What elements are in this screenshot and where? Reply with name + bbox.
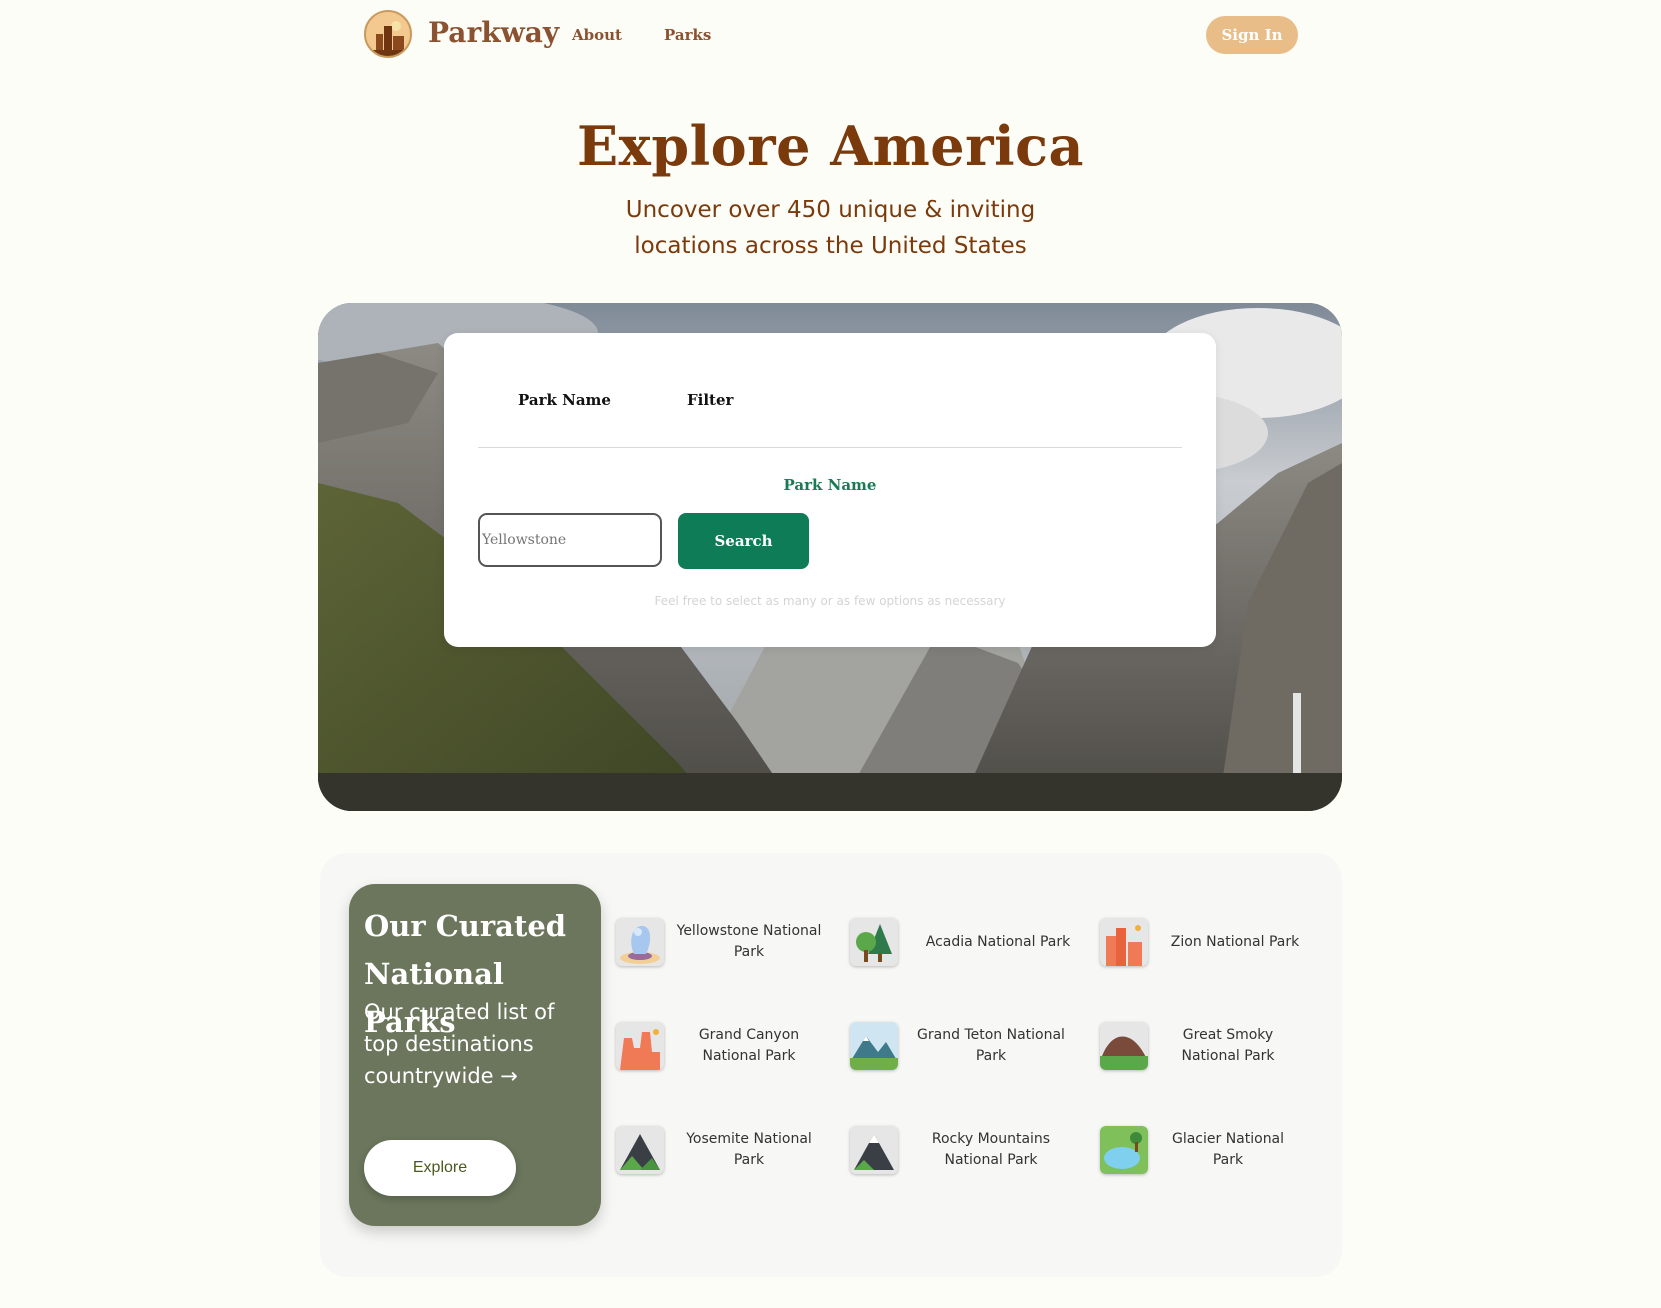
park-item-great-smoky[interactable]: Great Smoky National Park: [1100, 1016, 1300, 1076]
park-name: Great Smoky National Park: [1181, 1027, 1275, 1064]
search-button[interactable]: Search: [678, 513, 809, 569]
hero-title: Explore America: [577, 114, 1084, 178]
park-name: Grand Canyon National Park: [698, 1027, 800, 1064]
hero-subtitle-line1: Uncover over 450 unique & inviting: [625, 197, 1036, 223]
dark-peak-icon: [616, 1126, 664, 1174]
park-name: Yellowstone National Park: [676, 923, 822, 960]
tab-park-name[interactable]: Park Name: [518, 391, 611, 409]
park-item-zion[interactable]: Zion National Park: [1100, 912, 1300, 972]
park-name: Zion National Park: [1170, 933, 1300, 950]
sign-in-button[interactable]: Sign In: [1206, 16, 1298, 54]
hero-subtitle-line2: locations across the United States: [634, 233, 1027, 259]
park-name: Rocky Mountains National Park: [931, 1131, 1051, 1168]
top-nav: Parkway About Parks Sign In: [0, 0, 1661, 70]
snow-mountain-icon: [850, 1022, 898, 1070]
hero-subtitle: Uncover over 450 unique & inviting locat…: [0, 192, 1661, 264]
search-hint: Feel free to select as many or as few op…: [654, 594, 1006, 608]
tab-divider: [478, 447, 1182, 448]
logo-icon[interactable]: [364, 10, 412, 58]
hill-icon: [1100, 1022, 1148, 1070]
curated-card: Our Curated National Parks Our curated l…: [349, 884, 601, 1226]
park-item-glacier[interactable]: Glacier National Park: [1100, 1120, 1300, 1180]
park-name: Glacier National Park: [1171, 1131, 1285, 1168]
explore-button[interactable]: Explore: [364, 1140, 516, 1196]
park-item-yosemite[interactable]: Yosemite National Park: [616, 1120, 826, 1180]
search-card: Park Name Filter Park Name Search Feel f…: [444, 333, 1216, 647]
curated-subtitle[interactable]: Our curated list of top destinations cou…: [364, 996, 594, 1092]
park-item-rocky-mountains[interactable]: Rocky Mountains National Park: [850, 1120, 1072, 1180]
park-name-label: Park Name: [783, 476, 877, 494]
park-name-input[interactable]: [478, 513, 662, 567]
nav-link-parks[interactable]: Parks: [664, 26, 711, 44]
park-item-grand-canyon[interactable]: Grand Canyon National Park: [616, 1016, 826, 1076]
lake-icon: [1100, 1126, 1148, 1174]
geyser-icon: [616, 918, 664, 966]
park-name: Yosemite National Park: [686, 1131, 812, 1168]
curated-title-line1: Our Curated: [364, 909, 567, 943]
park-item-yellowstone[interactable]: Yellowstone National Park: [616, 912, 826, 972]
trees-icon: [850, 918, 898, 966]
nav-link-about[interactable]: About: [572, 26, 622, 44]
tab-filter[interactable]: Filter: [687, 391, 733, 409]
canyon-icon: [616, 1022, 664, 1070]
brand-name[interactable]: Parkway: [428, 16, 559, 49]
park-name: Grand Teton National Park: [917, 1027, 1065, 1064]
park-item-grand-teton[interactable]: Grand Teton National Park: [850, 1016, 1072, 1076]
rocky-peak-icon: [850, 1126, 898, 1174]
park-item-acadia[interactable]: Acadia National Park: [850, 912, 1072, 972]
red-rock-icon: [1100, 918, 1148, 966]
park-name: Acadia National Park: [925, 933, 1071, 950]
